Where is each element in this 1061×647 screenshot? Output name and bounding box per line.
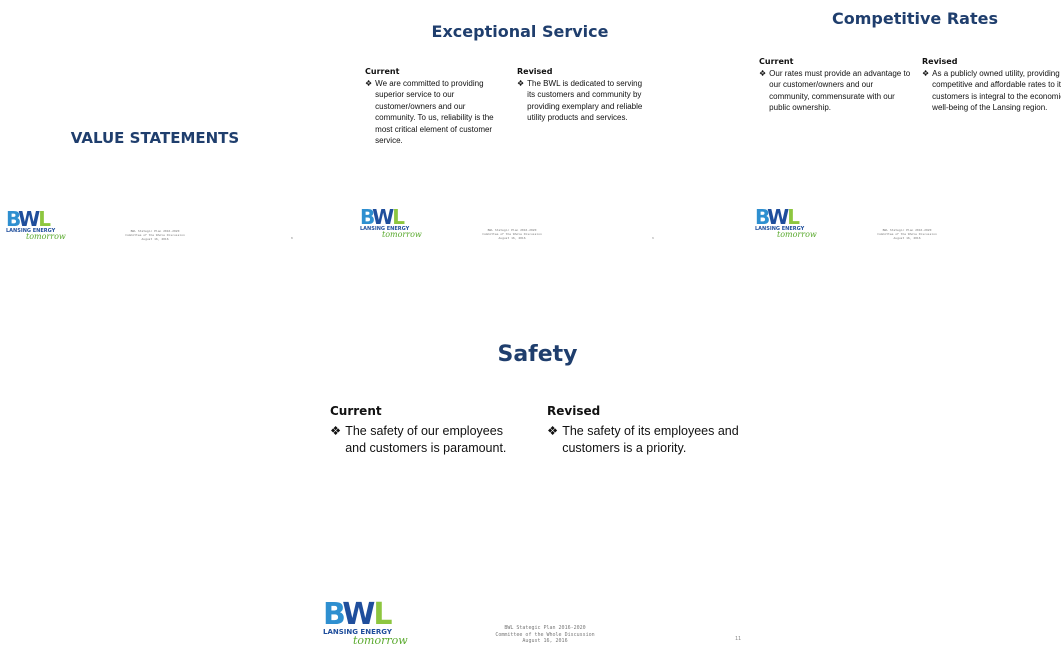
slide-value-statements: VALUE STATEMENTS BWL LANSING ENERGY tomo… <box>0 0 340 255</box>
bullet-icon: ❖ <box>547 424 559 438</box>
current-heading: Current <box>365 67 400 76</box>
bullet-icon: ❖ <box>330 424 342 438</box>
current-text: Our rates must provide an advantage to o… <box>769 68 911 113</box>
current-text: We are committed to providing superior s… <box>375 78 494 146</box>
current-bullet: ❖ Our rates must provide an advantage to… <box>759 68 915 114</box>
page-number: 8 <box>291 236 293 240</box>
slide-safety: Safety Current ❖ The safety of our emplo… <box>315 330 755 647</box>
revised-text: The safety of its employees and customer… <box>562 424 739 455</box>
current-bullet: ❖ The safety of our employees and custom… <box>330 423 545 457</box>
revised-heading: Revised <box>517 67 553 76</box>
revised-column: Revised ❖ The BWL is dedicated to servin… <box>517 66 649 124</box>
revised-column: Revised ❖ As a publicly owned utility, p… <box>922 56 1061 114</box>
bwl-logo: BWL LANSING ENERGY tomorrow <box>6 207 66 241</box>
revised-bullet: ❖ As a publicly owned utility, providing… <box>922 68 1061 114</box>
page-number: 11 <box>735 636 742 642</box>
revised-bullet: ❖ The BWL is dedicated to serving its cu… <box>517 78 649 124</box>
current-column: Current ❖ The safety of our employees an… <box>330 403 545 457</box>
slide-title: VALUE STATEMENTS <box>70 129 240 147</box>
slide-footer: BWL Stategic Plan 2016-2020 Committee of … <box>125 229 185 241</box>
bullet-icon: ❖ <box>759 68 767 78</box>
bwl-logo: BWL LANSING ENERGY tomorrow <box>323 597 408 647</box>
page-number: 9 <box>652 236 654 240</box>
slide-footer: BWL Stategic Plan 2016-2020 Committee of … <box>482 228 542 240</box>
bwl-logo: BWL LANSING ENERGY tomorrow <box>755 205 817 239</box>
slide-footer: BWL Stategic Plan 2016-2020 Committee of … <box>877 228 937 240</box>
bwl-logo: BWL LANSING ENERGY tomorrow <box>360 205 422 239</box>
slide-footer: BWL Stategic Plan 2016-2020 Committee of … <box>495 625 595 644</box>
bullet-icon: ❖ <box>517 78 525 88</box>
slide-title: Safety <box>497 342 578 367</box>
revised-text: As a publicly owned utility, providing c… <box>932 68 1061 113</box>
revised-column: Revised ❖ The safety of its employees an… <box>547 403 747 457</box>
slide-title: Competitive Rates <box>832 9 998 28</box>
current-text: The safety of our employees and customer… <box>345 424 507 455</box>
revised-heading: Revised <box>547 404 601 418</box>
bullet-icon: ❖ <box>922 68 930 78</box>
slide-competitive-rates: Competitive Rates Current ❖ Our rates mu… <box>745 0 1061 255</box>
current-heading: Current <box>330 404 382 418</box>
current-column: Current ❖ Our rates must provide an adva… <box>759 56 915 114</box>
current-bullet: ❖ We are committed to providing superior… <box>365 78 507 147</box>
current-heading: Current <box>759 57 794 66</box>
current-column: Current ❖ We are committed to providing … <box>365 66 507 147</box>
revised-bullet: ❖ The safety of its employees and custom… <box>547 423 747 457</box>
bullet-icon: ❖ <box>365 78 373 88</box>
revised-text: The BWL is dedicated to serving its cust… <box>527 78 643 123</box>
revised-heading: Revised <box>922 57 958 66</box>
slide-exceptional-service: Exceptional Service Current ❖ We are com… <box>350 0 690 255</box>
slide-title: Exceptional Service <box>431 22 609 41</box>
